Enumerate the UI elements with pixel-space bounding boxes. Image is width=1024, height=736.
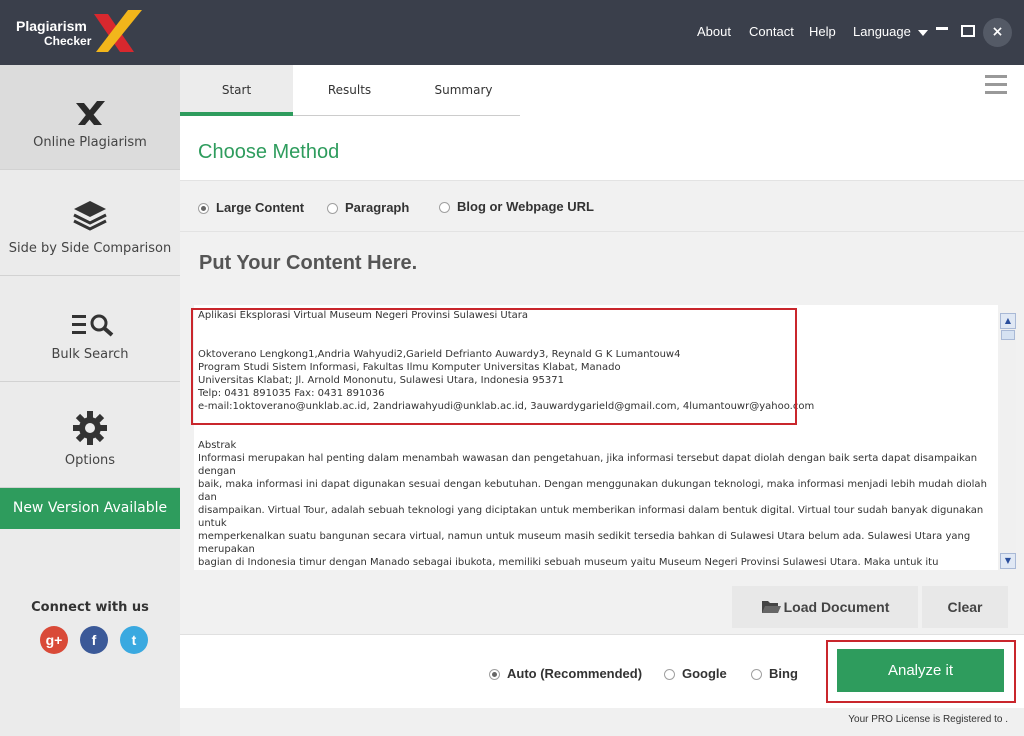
google-plus-icon[interactable]: g+ xyxy=(40,626,68,654)
connect-heading: Connect with us xyxy=(31,600,149,615)
radio-label-google[interactable]: Google xyxy=(682,666,727,681)
chevron-down-icon xyxy=(918,30,929,36)
gear-icon xyxy=(73,411,107,445)
layers-icon xyxy=(73,201,107,231)
logo-x-icon xyxy=(94,10,142,52)
clear-button[interactable]: Clear xyxy=(922,586,1008,628)
logo-text-line1: Plagiarism xyxy=(16,18,87,34)
load-document-button[interactable]: Load Document xyxy=(732,586,918,628)
content-area: Put Your Content Here. Aplikasi Eksplora… xyxy=(180,232,1024,634)
minimize-icon[interactable] xyxy=(936,27,948,30)
maximize-icon[interactable] xyxy=(961,25,975,37)
text-line: Informasi merupakan hal penting dalam me… xyxy=(198,453,981,477)
sidebar: Online Plagiarism Side by Side Compariso… xyxy=(0,65,180,736)
close-icon: × xyxy=(991,24,1004,40)
sidebar-item-options[interactable]: Options xyxy=(0,383,180,488)
scroll-up-icon[interactable]: ▲ xyxy=(1000,313,1016,329)
radio-engine-google[interactable] xyxy=(664,669,675,680)
scroll-down-icon[interactable]: ▼ xyxy=(1000,553,1016,569)
tab-bar: Start Results Summary xyxy=(180,65,520,116)
new-version-button[interactable]: New Version Available xyxy=(0,488,180,529)
sidebar-item-label: Online Plagiarism xyxy=(33,135,147,150)
nav-help-link[interactable]: Help xyxy=(809,24,836,39)
sidebar-item-label: Side by Side Comparison xyxy=(8,241,172,256)
tab-results[interactable]: Results xyxy=(293,65,406,116)
sidebar-item-online-plagiarism[interactable]: Online Plagiarism xyxy=(0,65,180,170)
radio-label-auto[interactable]: Auto (Recommended) xyxy=(507,666,642,681)
text-line: disampaikan. Virtual Tour, adalah sebuah… xyxy=(198,505,987,529)
radio-label-large-content[interactable]: Large Content xyxy=(216,200,304,215)
logo-text-line2: Checker xyxy=(44,34,92,48)
page-title: Choose Method xyxy=(198,141,340,163)
sidebar-item-bulk-search[interactable]: Bulk Search xyxy=(0,277,180,382)
text-line: bagian di Indonesia timur dengan Manado … xyxy=(198,557,939,568)
close-button[interactable]: × xyxy=(983,18,1012,47)
load-document-label: Load Document xyxy=(783,599,890,615)
text-line xyxy=(198,426,988,439)
menu-icon[interactable] xyxy=(985,75,1007,99)
radio-url[interactable] xyxy=(439,202,450,213)
text-line: memperkenalkan suatu bangunan secara vir… xyxy=(198,531,974,555)
tab-start[interactable]: Start xyxy=(180,65,293,116)
text-line: baik, maka informasi ini dapat digunakan… xyxy=(198,479,991,503)
twitter-icon[interactable]: t xyxy=(120,626,148,654)
text-line: Abstrak xyxy=(198,440,237,451)
tab-summary[interactable]: Summary xyxy=(407,65,520,116)
title-bar: Plagiarism Checker About Contact Help La… xyxy=(0,0,1024,65)
language-label: Language xyxy=(853,24,911,39)
nav-language-dropdown[interactable]: Language xyxy=(853,24,929,39)
sidebar-item-side-by-side[interactable]: Side by Side Comparison xyxy=(0,171,180,276)
radio-large-content[interactable] xyxy=(198,203,209,214)
radio-paragraph[interactable] xyxy=(327,203,338,214)
nav-about-link[interactable]: About xyxy=(697,24,731,39)
sidebar-item-label: Bulk Search xyxy=(51,347,129,362)
x-logo-icon xyxy=(76,101,105,125)
radio-label-paragraph[interactable]: Paragraph xyxy=(345,200,409,215)
license-status: Your PRO License is Registered to . xyxy=(848,714,1008,725)
method-selector: Large Content Paragraph Blog or Webpage … xyxy=(180,180,1024,232)
nav-contact-link[interactable]: Contact xyxy=(749,24,794,39)
content-title: Put Your Content Here. xyxy=(199,252,418,274)
sidebar-item-label: Options xyxy=(64,453,116,468)
analyze-button[interactable]: Analyze it xyxy=(837,649,1004,692)
radio-label-bing[interactable]: Bing xyxy=(769,666,798,681)
radio-engine-auto[interactable] xyxy=(489,669,500,680)
radio-label-url[interactable]: Blog or Webpage URL xyxy=(457,199,594,214)
app-logo: Plagiarism Checker xyxy=(16,10,146,56)
content-scrollbar[interactable]: ▲ ▼ xyxy=(1000,313,1016,569)
list-search-icon xyxy=(72,314,114,337)
scroll-thumb[interactable] xyxy=(1001,330,1015,340)
radio-engine-bing[interactable] xyxy=(751,669,762,680)
header-highlight-box xyxy=(191,308,797,425)
folder-icon xyxy=(761,601,781,613)
facebook-icon[interactable]: f xyxy=(80,626,108,654)
